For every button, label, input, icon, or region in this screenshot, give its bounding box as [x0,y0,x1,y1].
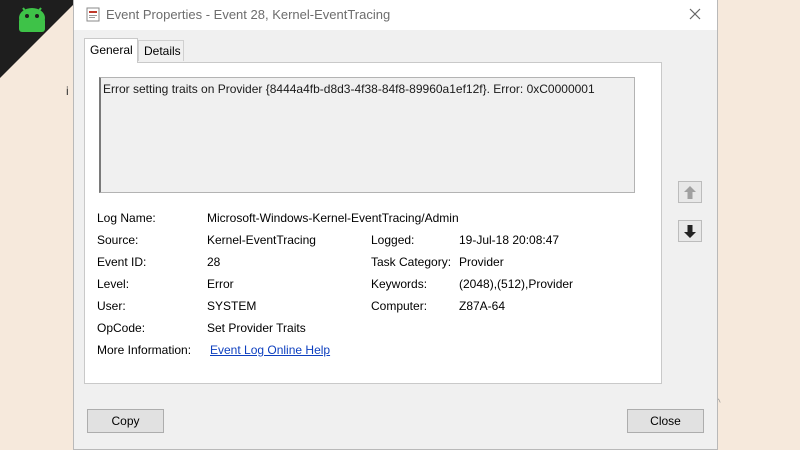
event-description: Error setting traits on Provider {8444a4… [99,77,635,193]
source-label: Source: [97,233,139,247]
general-panel: Error setting traits on Provider {8444a4… [84,62,662,384]
task-category-label: Task Category: [371,255,452,269]
opcode-label: OpCode: [97,321,146,335]
android-logo-icon [19,7,45,32]
task-category-value: Provider [459,255,504,269]
event-viewer-icon [86,7,100,22]
close-icon[interactable] [683,2,707,26]
event-properties-window: Event Properties - Event 28, Kernel-Even… [73,0,718,450]
keywords-label: Keywords: [371,277,428,291]
user-value: SYSTEM [207,299,257,313]
logged-label: Logged: [371,233,415,247]
next-event-button[interactable] [678,220,702,242]
site-logo [0,0,78,78]
event-id-label: Event ID: [97,255,147,269]
close-button[interactable]: Close [627,409,704,433]
source-value: Kernel-EventTracing [207,233,316,247]
event-log-online-help-link[interactable]: Event Log Online Help [210,343,330,357]
computer-label: Computer: [371,299,428,313]
previous-event-button[interactable] [678,181,702,203]
log-name-value: Microsoft-Windows-Kernel-EventTracing/Ad… [207,211,459,225]
tab-details[interactable]: Details [138,40,184,61]
arrow-down-icon [684,225,696,238]
opcode-value: Set Provider Traits [207,321,306,335]
level-label: Level: [97,277,130,291]
window-title: Event Properties - Event 28, Kernel-Even… [106,7,391,22]
computer-value: Z87A-64 [459,299,506,313]
copy-button[interactable]: Copy [87,409,164,433]
arrow-up-icon [684,186,696,199]
logged-value: 19-Jul-18 20:08:47 [459,233,560,247]
tab-general[interactable]: General [84,38,138,63]
level-value: Error [207,277,234,291]
user-label: User: [97,299,126,313]
more-information-label: More Information: [97,343,192,357]
keywords-value: (2048),(512),Provider [459,277,574,291]
event-id-value: 28 [207,255,221,269]
title-bar: Event Properties - Event 28, Kernel-Even… [74,0,717,30]
background-letter: i [66,84,69,98]
log-name-label: Log Name: [97,211,156,225]
